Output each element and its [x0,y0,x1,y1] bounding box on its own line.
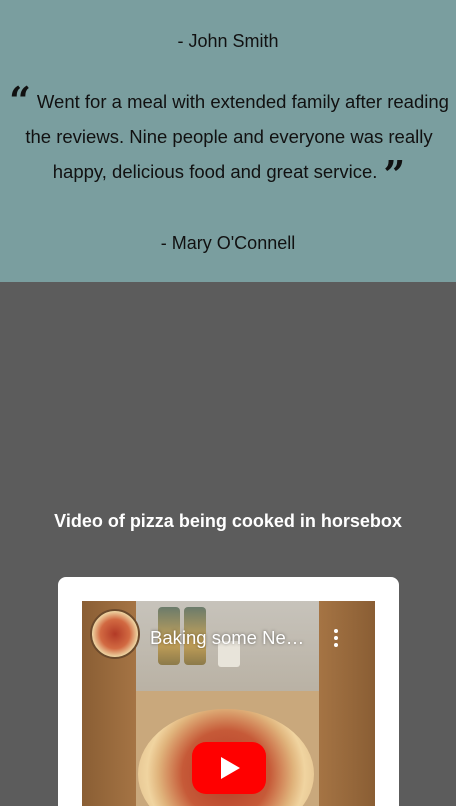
testimonial-author-mary: - Mary O'Connell [160,233,296,253]
video-title-link[interactable]: Baking some Ne… [150,627,310,649]
youtube-player[interactable]: Baking some Ne… [82,601,375,806]
video-letterbox-right [319,601,375,806]
channel-avatar[interactable] [90,609,140,659]
video-section: Video of pizza being cooked in horsebox … [0,282,456,806]
testimonials-section: - John Smith “Went for a meal with exten… [0,0,456,282]
testimonial-author-john: - John Smith [177,31,279,51]
video-section-title: Video of pizza being cooked in horsebox [54,511,402,531]
testimonial-quote: “Went for a meal with extended family af… [9,78,449,197]
video-card: Baking some Ne… [58,577,399,806]
play-icon [221,757,240,779]
more-vert-icon[interactable] [333,629,339,647]
play-button[interactable] [192,742,266,794]
